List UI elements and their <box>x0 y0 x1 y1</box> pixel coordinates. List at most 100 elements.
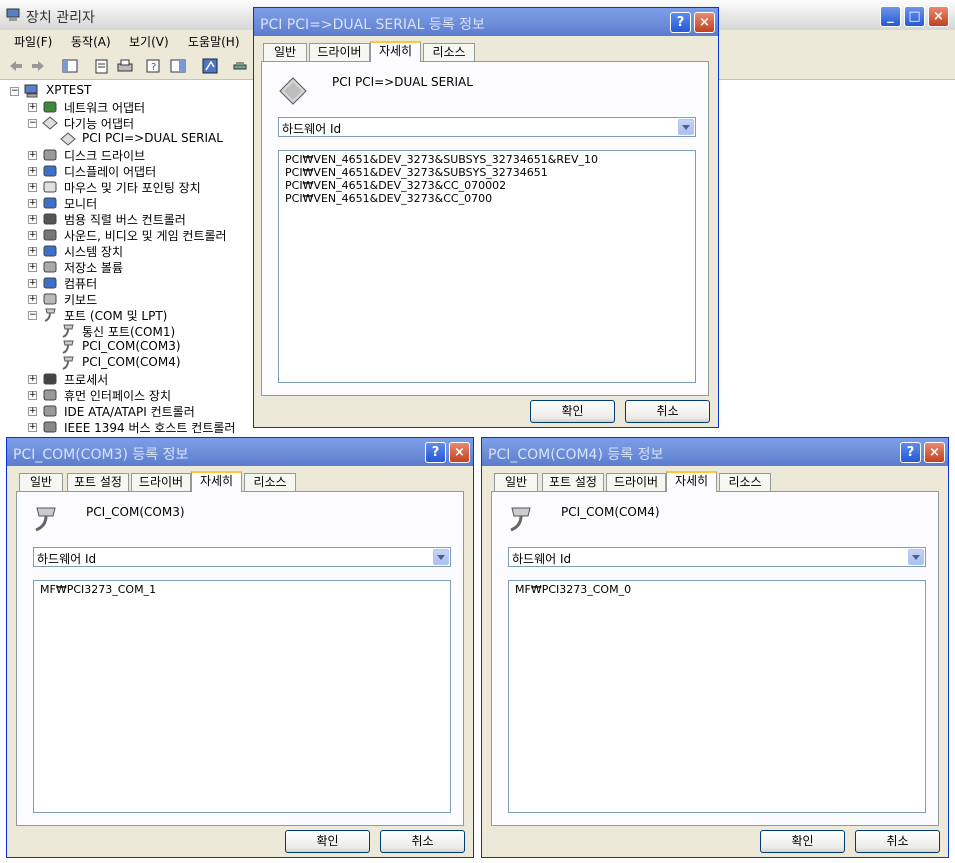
menu-action[interactable]: 동작(A) <box>71 33 111 50</box>
tab-resources[interactable]: 리소스 <box>244 473 296 491</box>
tree-item[interactable]: 통신 포트(COM1) <box>0 323 260 339</box>
tree-item[interactable]: + 시스템 장치 <box>0 243 260 259</box>
show-hide-tree-icon[interactable] <box>62 58 78 74</box>
tree-item[interactable]: PCI_COM(COM4) <box>0 355 260 371</box>
expand-toggle[interactable]: + <box>28 167 37 176</box>
tab-driver[interactable]: 드라이버 <box>606 473 666 491</box>
expand-toggle[interactable]: + <box>28 391 37 400</box>
expand-toggle[interactable]: + <box>28 263 37 272</box>
tree-item[interactable]: + 사운드, 비디오 및 게임 컨트롤러 <box>0 227 260 243</box>
expand-toggle[interactable]: + <box>28 375 37 384</box>
value-list[interactable]: PCI₩VEN_4651&DEV_3273&SUBSYS_32734651&RE… <box>278 150 696 383</box>
expand-toggle[interactable]: + <box>28 231 37 240</box>
tree-item[interactable]: + 저장소 볼륨 <box>0 259 260 275</box>
chevron-down-icon[interactable] <box>433 549 449 565</box>
tree-item[interactable]: + 컴퓨터 <box>0 275 260 291</box>
chevron-down-icon[interactable] <box>678 119 694 135</box>
expand-toggle[interactable]: + <box>28 103 37 112</box>
tree-item[interactable]: + 네트워크 어댑터 <box>0 99 260 115</box>
tab-resources[interactable]: 리소스 <box>423 43 475 61</box>
expand-toggle[interactable]: + <box>28 151 37 160</box>
tree-item[interactable]: − 포트 (COM 및 LPT) <box>0 307 260 323</box>
tree-item[interactable]: + 마우스 및 기타 포인팅 장치 <box>0 179 260 195</box>
value-item[interactable]: MF₩PCI3273_COM_0 <box>515 583 919 596</box>
scan-hardware-icon[interactable] <box>202 58 218 74</box>
chevron-down-icon[interactable] <box>908 549 924 565</box>
cancel-button[interactable]: 취소 <box>855 830 940 853</box>
print-icon[interactable] <box>117 58 133 74</box>
tab-port-settings[interactable]: 포트 설정 <box>542 473 604 491</box>
help-button[interactable]: ? <box>900 442 921 463</box>
com3-details-panel: PCI_COM(COM3) 하드웨어 Id MF₩PCI3273_COM_1 <box>16 491 464 826</box>
help-icon[interactable]: ? <box>146 58 162 74</box>
ok-button[interactable]: 확인 <box>760 830 845 853</box>
maximize-button[interactable]: □ <box>904 6 925 27</box>
close-button[interactable]: × <box>924 442 945 463</box>
property-dropdown[interactable]: 하드웨어 Id <box>278 117 696 137</box>
tab-resources[interactable]: 리소스 <box>719 473 771 491</box>
show-hide-pane-icon[interactable] <box>170 58 186 74</box>
tab-details[interactable]: 자세히 <box>191 471 242 492</box>
com3-dialog-title-bar[interactable]: PCI_COM(COM3) 등록 정보 ? × <box>7 438 473 466</box>
expand-toggle[interactable]: + <box>28 215 37 224</box>
property-dropdown[interactable]: 하드웨어 Id <box>508 547 926 567</box>
close-button[interactable]: × <box>694 12 715 33</box>
close-button[interactable]: × <box>928 6 949 27</box>
tree-item[interactable]: + 프로세서 <box>0 371 260 387</box>
back-arrow-icon[interactable] <box>8 58 24 74</box>
expand-toggle[interactable]: + <box>28 279 37 288</box>
property-dropdown[interactable]: 하드웨어 Id <box>33 547 451 567</box>
ok-button[interactable]: 확인 <box>530 400 615 423</box>
menu-file[interactable]: 파일(F) <box>14 33 52 50</box>
menu-view[interactable]: 보기(V) <box>129 33 169 50</box>
tree-item[interactable]: + 범용 직렬 버스 컨트롤러 <box>0 211 260 227</box>
tab-general[interactable]: 일반 <box>494 473 538 491</box>
help-button[interactable]: ? <box>425 442 446 463</box>
forward-arrow-icon[interactable] <box>30 58 46 74</box>
tree-item[interactable]: + IEEE 1394 버스 호스트 컨트롤러 <box>0 419 260 435</box>
tree-item[interactable]: PCI PCI=>DUAL SERIAL <box>0 131 260 147</box>
close-button[interactable]: × <box>449 442 470 463</box>
expand-toggle[interactable]: + <box>28 183 37 192</box>
value-item[interactable]: MF₩PCI3273_COM_1 <box>40 583 444 596</box>
collapse-toggle[interactable]: − <box>28 311 37 320</box>
pci-dialog-title-bar[interactable]: PCI PCI=>DUAL SERIAL 등록 정보 ? × <box>254 8 718 36</box>
tab-driver[interactable]: 드라이버 <box>131 473 191 491</box>
value-list[interactable]: MF₩PCI3273_COM_1 <box>33 580 451 813</box>
value-item[interactable]: PCI₩VEN_4651&DEV_3273&CC_070002 <box>285 179 689 192</box>
help-button[interactable]: ? <box>670 12 691 33</box>
tree-item[interactable]: + IDE ATA/ATAPI 컨트롤러 <box>0 403 260 419</box>
expand-toggle[interactable]: + <box>28 295 37 304</box>
ok-button[interactable]: 확인 <box>285 830 370 853</box>
tab-general[interactable]: 일반 <box>19 473 63 491</box>
collapse-toggle[interactable]: − <box>28 119 37 128</box>
cancel-button[interactable]: 취소 <box>380 830 465 853</box>
tree-item[interactable]: + 휴먼 인터페이스 장치 <box>0 387 260 403</box>
properties-icon[interactable] <box>94 58 110 74</box>
tree-item[interactable]: + 모니터 <box>0 195 260 211</box>
tab-port-settings[interactable]: 포트 설정 <box>67 473 129 491</box>
cancel-button[interactable]: 취소 <box>625 400 710 423</box>
tree-item[interactable]: + 디스크 드라이브 <box>0 147 260 163</box>
tree-item[interactable]: + 키보드 <box>0 291 260 307</box>
tree-item[interactable]: PCI_COM(COM3) <box>0 339 260 355</box>
value-item[interactable]: PCI₩VEN_4651&DEV_3273&SUBSYS_32734651&RE… <box>285 153 689 166</box>
expand-toggle[interactable]: + <box>28 407 37 416</box>
tab-details[interactable]: 자세히 <box>666 471 717 492</box>
value-item[interactable]: PCI₩VEN_4651&DEV_3273&SUBSYS_32734651 <box>285 166 689 179</box>
tree-item[interactable]: + 디스플레이 어댑터 <box>0 163 260 179</box>
value-item[interactable]: PCI₩VEN_4651&DEV_3273&CC_0700 <box>285 192 689 205</box>
minimize-button[interactable]: _ <box>880 6 901 27</box>
value-list[interactable]: MF₩PCI3273_COM_0 <box>508 580 926 813</box>
tab-driver[interactable]: 드라이버 <box>309 43 370 61</box>
collapse-toggle[interactable]: − <box>10 87 19 96</box>
com4-dialog-title-bar[interactable]: PCI_COM(COM4) 등록 정보 ? × <box>482 438 948 466</box>
expand-toggle[interactable]: + <box>28 247 37 256</box>
update-driver-icon[interactable] <box>232 58 248 74</box>
expand-toggle[interactable]: + <box>28 199 37 208</box>
menu-help[interactable]: 도움말(H) <box>188 33 240 50</box>
tab-general[interactable]: 일반 <box>263 43 307 61</box>
expand-toggle[interactable]: + <box>28 423 37 432</box>
tab-details[interactable]: 자세히 <box>370 41 421 62</box>
tree-item[interactable]: − 다기능 어댑터 <box>0 115 260 131</box>
